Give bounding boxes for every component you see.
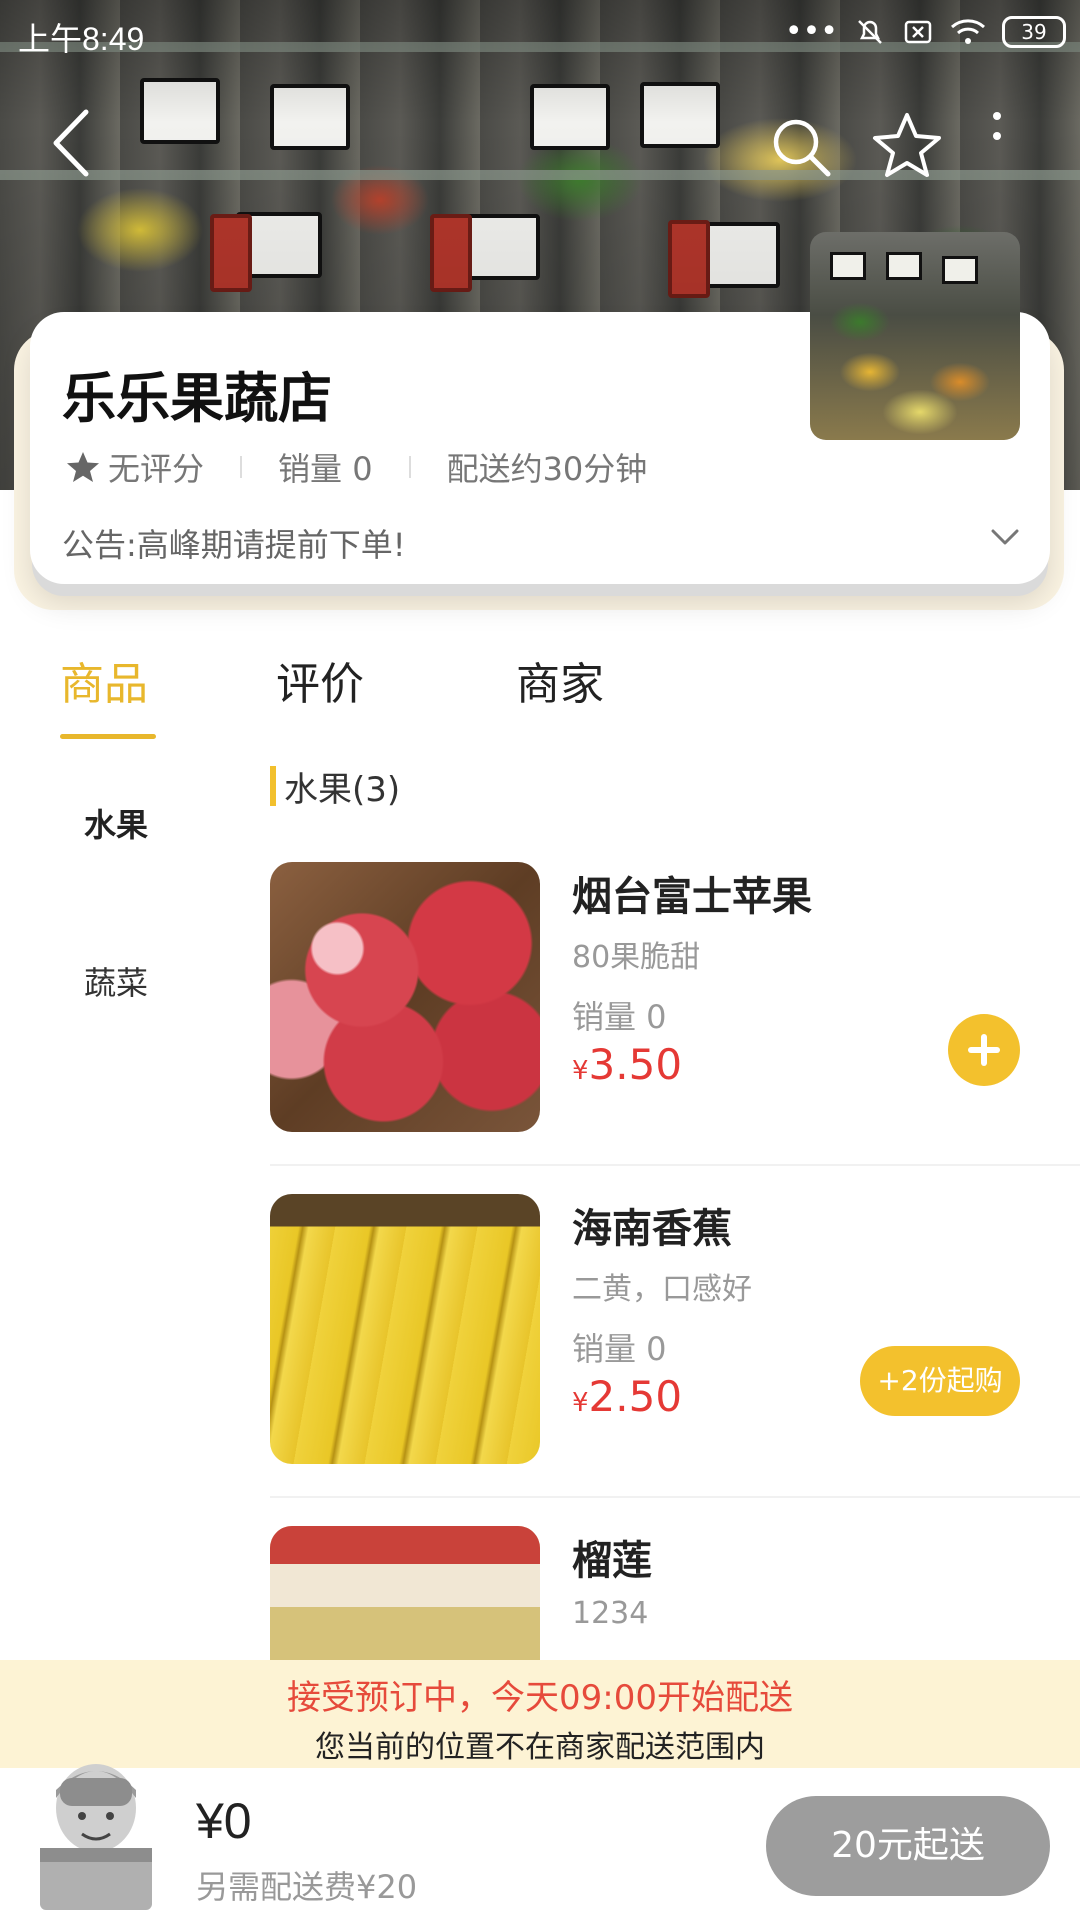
product-desc: 1234 <box>572 1596 649 1631</box>
section-header: 水果(3) <box>270 764 401 810</box>
courier-avatar-icon[interactable] <box>26 1738 166 1914</box>
signal-icon: ••• <box>784 14 838 49</box>
battery-indicator: 39 <box>1002 15 1066 48</box>
status-bar: 上午8:49 ••• 39 <box>0 0 1080 70</box>
section-accent-bar <box>270 766 276 806</box>
store-name: 乐乐果蔬店 <box>62 367 332 430</box>
store-sales: 销量 0 <box>278 450 373 488</box>
checkout-button[interactable]: 20元起送 <box>766 1796 1050 1896</box>
product-name: 海南香蕉 <box>572 1206 732 1252</box>
product-desc: 80果脆甜 <box>572 940 701 975</box>
product-item[interactable]: 海南香蕉 二黄，口感好 销量 0 ¥2.50 +2份起购 <box>270 1194 1080 1526</box>
price-sign <box>830 252 866 280</box>
store-meta: 无评分 销量 0 配送约30分钟 <box>66 444 647 490</box>
more-dot-icon <box>993 112 1001 120</box>
product-item[interactable]: 榴莲 1234 <box>270 1526 1080 1660</box>
rating-star-icon <box>67 452 99 482</box>
section-title: 水果(3) <box>284 769 401 810</box>
expand-notice-button[interactable] <box>990 528 1020 550</box>
status-time: 上午8:49 <box>18 21 145 57</box>
product-price: ¥2.50 <box>572 1372 682 1421</box>
price-currency: ¥ <box>572 1056 589 1086</box>
tab-active-indicator <box>60 734 156 739</box>
back-button[interactable] <box>50 108 94 177</box>
star-outline-icon <box>873 113 941 177</box>
product-desc: 二黄，口感好 <box>572 1272 752 1307</box>
favorite-button[interactable] <box>872 112 942 178</box>
price-currency: ¥ <box>572 1388 589 1418</box>
tab-merchant[interactable]: 商家 <box>516 648 604 712</box>
product-divider <box>270 1496 1080 1498</box>
wifi-icon <box>951 18 985 44</box>
product-name: 榴莲 <box>572 1538 652 1584</box>
product-photo-banana <box>270 1194 540 1464</box>
min-quantity-button[interactable]: +2份起购 <box>860 1346 1020 1416</box>
delivery-fee: 另需配送费¥20 <box>196 1868 418 1906</box>
price-sign <box>942 256 978 284</box>
sim-icon <box>904 20 932 43</box>
status-icons: ••• 39 <box>785 14 1066 49</box>
category-fruit[interactable]: 水果 <box>84 800 148 846</box>
price-sign <box>886 252 922 280</box>
product-photo-apple <box>270 862 540 1132</box>
search-icon <box>773 119 831 177</box>
price-value: 3.50 <box>588 1040 683 1089</box>
mute-bell-icon <box>858 19 882 44</box>
more-dot-icon <box>993 132 1001 140</box>
tab-reviews[interactable]: 评价 <box>276 648 364 712</box>
product-name: 烟台富士苹果 <box>572 874 812 920</box>
product-sales: 销量 0 <box>572 1330 667 1368</box>
add-to-cart-button[interactable] <box>948 1014 1020 1086</box>
store-logo-photo <box>810 232 1020 440</box>
store-rating: 无评分 <box>108 450 205 488</box>
meta-divider <box>408 456 411 478</box>
product-price: ¥3.50 <box>572 1040 682 1089</box>
product-divider <box>270 1164 1080 1166</box>
back-arrow-icon <box>53 109 89 177</box>
meta-divider <box>240 456 243 478</box>
store-notice: 公告:高峰期请提前下单! <box>62 526 406 564</box>
tab-bar: 商品 评价 商家 <box>0 640 1080 740</box>
cart-total: ¥0 <box>196 1793 252 1849</box>
product-item[interactable]: 烟台富士苹果 80果脆甜 销量 0 ¥3.50 <box>270 862 1080 1194</box>
product-sales: 销量 0 <box>572 998 667 1036</box>
cart-bar: ¥0 另需配送费¥20 20元起送 <box>0 1764 1080 1920</box>
store-delivery-time: 配送约30分钟 <box>446 450 648 488</box>
price-value: 2.50 <box>588 1372 683 1421</box>
tab-products[interactable]: 商品 <box>60 648 148 712</box>
preorder-notice: 接受预订中，今天09:00开始配送 <box>287 1678 793 1718</box>
more-menu-button[interactable] <box>990 112 1004 172</box>
search-button[interactable] <box>770 116 834 180</box>
category-vegetables[interactable]: 蔬菜 <box>84 958 148 1004</box>
chevron-down-icon <box>991 529 1019 545</box>
